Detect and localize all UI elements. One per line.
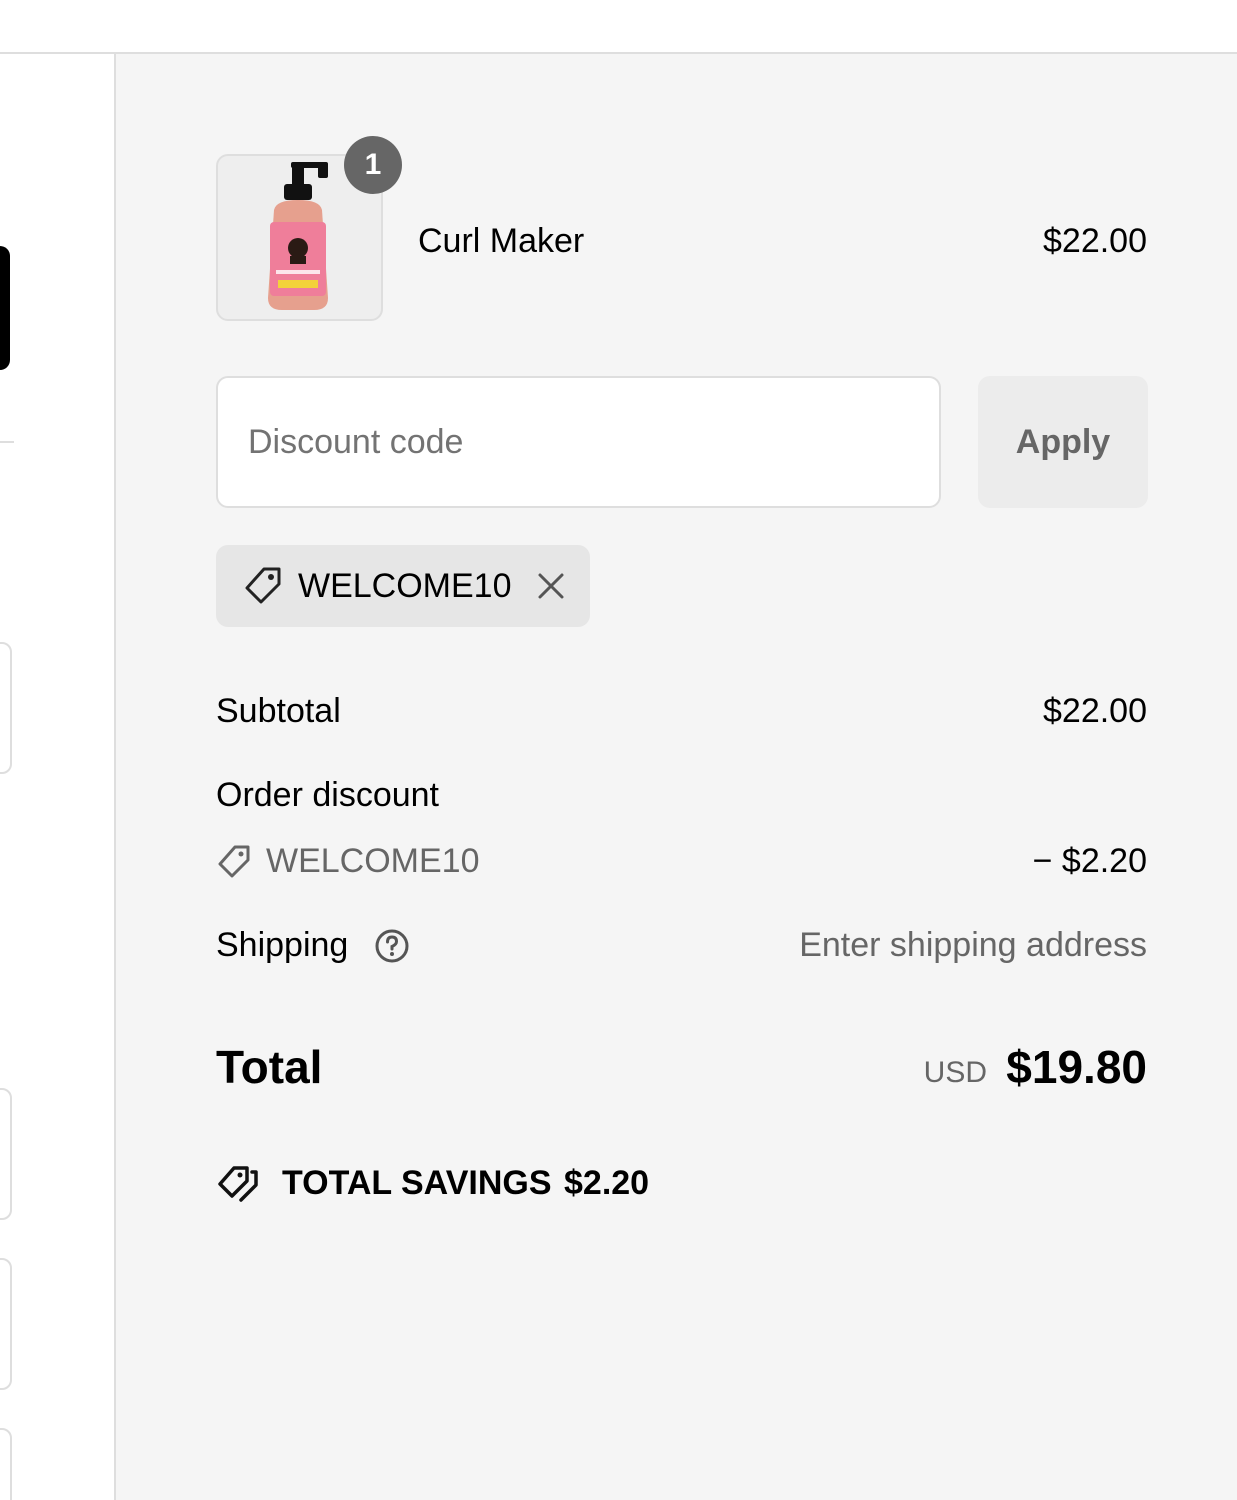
order-discount-label: Order discount — [216, 776, 439, 814]
applied-discount-chip: WELCOME10 — [216, 545, 590, 627]
divider — [0, 441, 14, 443]
tag-icon — [245, 567, 281, 604]
total-amount: $19.80 — [1006, 1041, 1147, 1093]
product-price: $22.00 — [1043, 222, 1147, 260]
address-field[interactable] — [0, 1428, 12, 1500]
order-discount-code: WELCOME10 — [266, 842, 480, 880]
order-summary: 1 Curl Maker $22.00 Apply WELCOME10 Subt… — [114, 54, 1237, 1500]
discount-code-input[interactable] — [216, 376, 941, 508]
product-name: Curl Maker — [418, 222, 585, 260]
checkout-main-column — [0, 54, 114, 1500]
total-currency: USD — [923, 1056, 987, 1089]
shipping-label: Shipping — [216, 926, 349, 964]
apply-discount-button[interactable]: Apply — [978, 376, 1148, 508]
address-field[interactable] — [0, 1088, 12, 1220]
tag-icon — [218, 845, 250, 878]
close-icon[interactable] — [532, 567, 570, 605]
quantity-badge: 1 — [344, 136, 402, 194]
total-savings-amount: $2.20 — [564, 1164, 650, 1202]
header-bar — [0, 0, 1237, 54]
shipping-value: Enter shipping address — [799, 926, 1147, 964]
login-link[interactable] — [0, 564, 14, 600]
applied-code-label: WELCOME10 — [298, 567, 512, 605]
address-field[interactable] — [0, 1258, 12, 1390]
help-icon[interactable] — [374, 928, 410, 964]
total-label: Total — [216, 1041, 323, 1093]
checkout-page: 1 Curl Maker $22.00 Apply WELCOME10 Subt… — [0, 0, 1237, 1500]
savings-tag-icon — [218, 1166, 258, 1202]
total-savings-label: TOTAL SAVINGS — [282, 1164, 552, 1202]
order-discount-value: − $2.20 — [1032, 842, 1147, 880]
express-checkout-button[interactable] — [0, 246, 10, 370]
subtotal-value: $22.00 — [1043, 692, 1147, 730]
subtotal-label: Subtotal — [216, 692, 341, 730]
email-field[interactable] — [0, 642, 12, 774]
